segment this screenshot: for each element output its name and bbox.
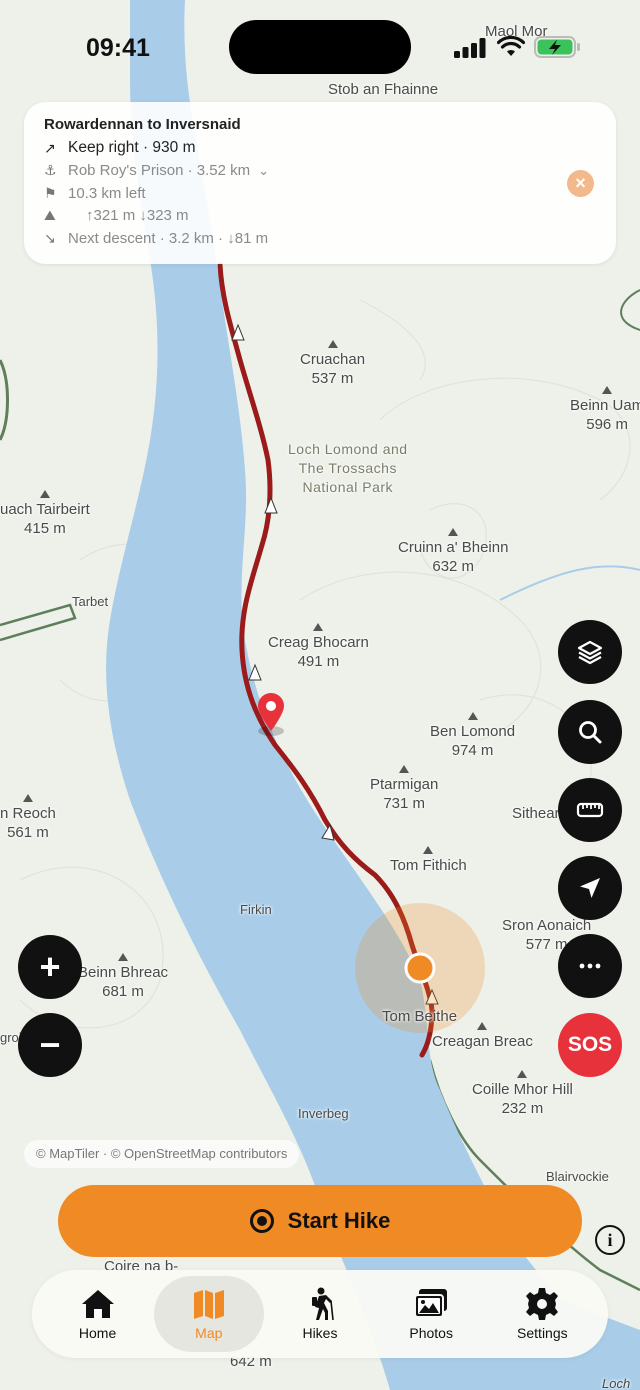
home-icon — [81, 1290, 114, 1318]
map-label-peak: Creagan Breac — [432, 1022, 533, 1051]
search-button[interactable] — [558, 700, 622, 764]
ellipsis-icon — [579, 963, 601, 969]
wifi-icon — [497, 36, 525, 56]
tab-photos[interactable]: Photos — [376, 1276, 486, 1352]
descent-text: Next descent · 3.2 km · ↓81 m — [68, 229, 269, 247]
mountain-icon: ⛰ — [44, 207, 56, 224]
minus-icon: − — [39, 1024, 61, 1065]
photos-icon — [414, 1289, 448, 1318]
more-button[interactable] — [558, 934, 622, 998]
park-label: Loch Lomond and The Trossachs National P… — [288, 441, 408, 495]
peak-icon — [118, 953, 129, 961]
map-label-peak: Ptarmigan 731 m — [370, 765, 438, 813]
waypoint-text: Rob Roy's Prison · 3.52 km — [68, 162, 251, 180]
map-label-peak: Tom Fithich — [390, 846, 467, 875]
info-icon[interactable]: i — [595, 1225, 625, 1255]
record-icon — [249, 1209, 274, 1233]
zoom-out-button[interactable]: − — [18, 1013, 82, 1077]
map-label-peak: Beinn Uam 596 m — [570, 386, 640, 434]
close-icon[interactable]: × — [567, 170, 594, 197]
map-label-peak: Cruinn a' Bheinn 632 m — [398, 528, 508, 576]
direction-text: Keep right · 930 m — [68, 139, 196, 157]
peak-icon — [399, 765, 410, 773]
plus-icon: + — [39, 946, 61, 987]
tab-label: Home — [78, 1325, 117, 1341]
map-attribution[interactable]: © MapTiler · © OpenStreetMap contributor… — [24, 1140, 300, 1168]
zoom-in-button[interactable]: + — [18, 935, 82, 999]
peak-icon — [517, 1070, 528, 1078]
route-title: Rowardennan to Inversnaid — [44, 116, 241, 133]
peak-icon — [602, 386, 613, 394]
checkered-flag-icon: ⚑ — [44, 184, 57, 201]
peak-icon — [477, 1022, 488, 1030]
tab-hikes[interactable]: Hikes — [265, 1276, 375, 1352]
start-hike-label: Start Hike — [287, 1208, 391, 1233]
battery-charging-icon — [534, 36, 580, 58]
tab-label: Hikes — [302, 1325, 338, 1341]
measure-button[interactable] — [558, 778, 622, 842]
map-label-peak: Beinn Bhreac 681 m — [78, 953, 168, 1001]
tab-label: Photos — [409, 1325, 453, 1341]
search-icon — [579, 721, 602, 744]
peak-icon — [39, 490, 50, 498]
arrow-up-right-icon: ↗ — [44, 139, 56, 156]
ruler-icon — [576, 802, 604, 818]
peak-icon — [467, 712, 478, 720]
direction-row: ↗ Keep right · 930 m — [44, 137, 596, 160]
layers-icon — [577, 640, 603, 665]
map-label: Firkin — [240, 902, 272, 917]
map-label: Tarbet — [72, 594, 109, 609]
map-label: Blairvockie — [546, 1169, 609, 1184]
peak-icon — [22, 794, 33, 802]
anchor-icon: ⚓ — [44, 162, 57, 179]
sos-button[interactable]: SOS — [558, 1013, 622, 1077]
map-label-peak: Ben Lomond 974 m — [430, 712, 515, 760]
layers-button[interactable] — [558, 620, 622, 684]
tab-home[interactable]: Home — [43, 1276, 153, 1352]
peak-icon — [313, 623, 324, 631]
tab-label: Map — [195, 1325, 223, 1341]
map-label: Loch — [602, 1376, 631, 1390]
map-label: Sithear — [512, 805, 560, 822]
tab-settings[interactable]: Settings — [487, 1276, 597, 1352]
gear-icon — [526, 1288, 559, 1320]
chevron-down-icon[interactable]: ⌄ — [258, 163, 269, 179]
status-time: 09:41 — [86, 34, 150, 62]
peak-icon — [448, 528, 459, 536]
start-hike-button[interactable]: Start Hike — [58, 1185, 582, 1257]
remaining-row: ⚑ 10.3 km left — [44, 182, 596, 205]
map-label-peak: Coille Mhor Hill 232 m — [472, 1070, 573, 1118]
tab-map[interactable]: Map — [153, 1276, 264, 1352]
locate-button[interactable] — [558, 856, 622, 920]
map-label-peak: Cruachan 537 m — [300, 340, 365, 388]
descent-row: ↘ Next descent · 3.2 km · ↓81 m — [44, 227, 596, 250]
cell-signal-icon — [454, 38, 486, 58]
dynamic-island — [229, 20, 411, 74]
map-label: Inverbeg — [298, 1106, 349, 1121]
waypoint-row[interactable]: ⚓ Rob Roy's Prison · 3.52 km ⌄ — [44, 160, 596, 183]
waypoint-pin-icon[interactable] — [256, 692, 286, 732]
status-bar: 09:41 — [0, 0, 640, 90]
hiker-icon — [311, 1287, 334, 1321]
map-label-peak: Creag Bhocarn 491 m — [268, 623, 369, 671]
peak-icon — [423, 846, 434, 854]
map-label-peak: uach Tairbeirt 415 m — [0, 490, 90, 538]
map-label-peak: n Reoch 561 m — [0, 794, 56, 842]
navigation-card[interactable]: Rowardennan to Inversnaid ↗ Keep right ·… — [24, 102, 616, 264]
map-icon — [193, 1290, 224, 1319]
tab-bar: Home Map Hikes Photos Settings — [32, 1270, 608, 1358]
remaining-text: 10.3 km left — [68, 184, 146, 202]
tab-label: Settings — [517, 1325, 568, 1341]
location-arrow-icon — [580, 878, 600, 898]
peak-icon — [327, 340, 338, 348]
elevation-text: ↑321 m ↓323 m — [86, 207, 189, 225]
elevation-row: ⛰ ↑321 m ↓323 m — [44, 205, 596, 228]
arrow-down-right-icon: ↘ — [44, 229, 56, 246]
